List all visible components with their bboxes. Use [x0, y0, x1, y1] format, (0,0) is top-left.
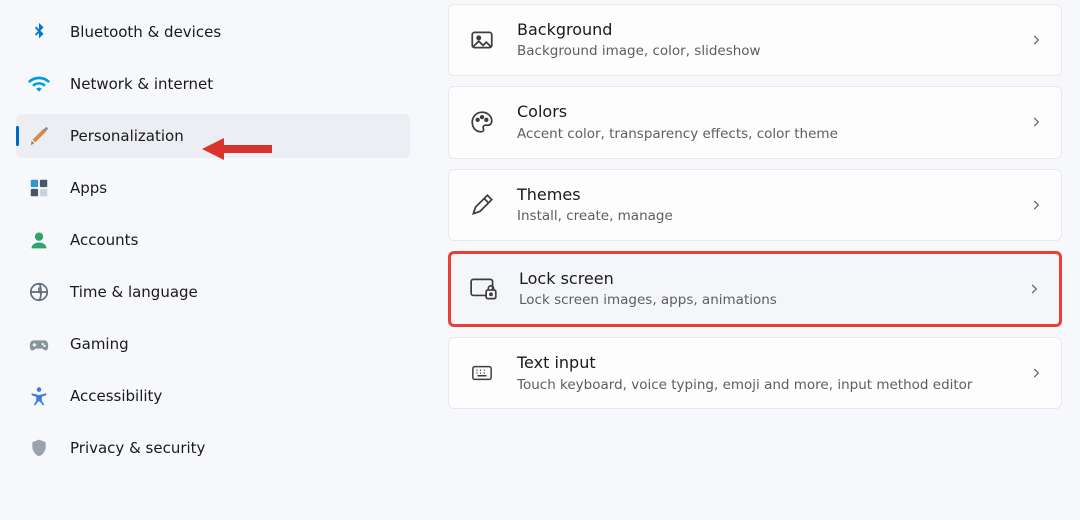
- card-title: Colors: [517, 101, 1029, 123]
- sidebar-item-label: Accounts: [70, 231, 138, 249]
- card-title: Themes: [517, 184, 1029, 206]
- card-subtitle: Accent color, transparency effects, colo…: [517, 125, 1029, 144]
- apps-icon: [28, 177, 50, 199]
- card-body: Themes Install, create, manage: [517, 184, 1029, 226]
- sidebar-item-network[interactable]: Network & internet: [16, 62, 410, 106]
- person-icon: [28, 229, 50, 251]
- card-body: Colors Accent color, transparency effect…: [517, 101, 1029, 143]
- chevron-right-icon: [1027, 282, 1041, 296]
- sidebar-item-label: Time & language: [70, 283, 198, 301]
- sidebar-item-label: Gaming: [70, 335, 129, 353]
- card-lock-screen[interactable]: Lock screen Lock screen images, apps, an…: [448, 251, 1062, 327]
- palette-icon: [467, 107, 497, 137]
- chevron-right-icon: [1029, 198, 1043, 212]
- sidebar-item-label: Privacy & security: [70, 439, 205, 457]
- card-body: Text input Touch keyboard, voice typing,…: [517, 352, 1029, 394]
- sidebar-item-accounts[interactable]: Accounts: [16, 218, 410, 262]
- chevron-right-icon: [1029, 366, 1043, 380]
- sidebar-item-bluetooth[interactable]: Bluetooth & devices: [16, 10, 410, 54]
- sidebar-item-label: Accessibility: [70, 387, 162, 405]
- bluetooth-icon: [28, 21, 50, 43]
- keyboard-icon: [467, 358, 497, 388]
- card-themes[interactable]: Themes Install, create, manage: [448, 169, 1062, 241]
- shield-icon: [28, 437, 50, 459]
- sidebar-item-label: Bluetooth & devices: [70, 23, 221, 41]
- sidebar-item-privacy[interactable]: Privacy & security: [16, 426, 410, 470]
- image-icon: [467, 25, 497, 55]
- clock-globe-icon: [28, 281, 50, 303]
- accessibility-icon: [28, 385, 50, 407]
- card-body: Lock screen Lock screen images, apps, an…: [519, 268, 1027, 310]
- sidebar-item-label: Personalization: [70, 127, 184, 145]
- card-subtitle: Lock screen images, apps, animations: [519, 291, 1027, 310]
- wifi-icon: [28, 73, 50, 95]
- sidebar-item-label: Apps: [70, 179, 107, 197]
- card-subtitle: Install, create, manage: [517, 207, 1029, 226]
- sidebar-item-personalization[interactable]: Personalization: [16, 114, 410, 158]
- chevron-right-icon: [1029, 115, 1043, 129]
- card-subtitle: Touch keyboard, voice typing, emoji and …: [517, 376, 1029, 395]
- chevron-right-icon: [1029, 33, 1043, 47]
- paintbrush-icon: [28, 125, 50, 147]
- sidebar-item-accessibility[interactable]: Accessibility: [16, 374, 410, 418]
- sidebar-item-label: Network & internet: [70, 75, 213, 93]
- sidebar-item-time-language[interactable]: Time & language: [16, 270, 410, 314]
- card-text-input[interactable]: Text input Touch keyboard, voice typing,…: [448, 337, 1062, 409]
- sidebar-item-apps[interactable]: Apps: [16, 166, 410, 210]
- gamepad-icon: [28, 333, 50, 355]
- card-title: Background: [517, 19, 1029, 41]
- main-panel: groovyPost.com Background Background ima…: [418, 0, 1080, 520]
- card-title: Text input: [517, 352, 1029, 374]
- lockscreen-icon: [469, 274, 499, 304]
- pen-icon: [467, 190, 497, 220]
- card-background[interactable]: Background Background image, color, slid…: [448, 4, 1062, 76]
- card-colors[interactable]: Colors Accent color, transparency effect…: [448, 86, 1062, 158]
- card-body: Background Background image, color, slid…: [517, 19, 1029, 61]
- card-subtitle: Background image, color, slideshow: [517, 42, 1029, 61]
- sidebar: Bluetooth & devices Network & internet P…: [0, 0, 418, 520]
- card-title: Lock screen: [519, 268, 1027, 290]
- sidebar-item-gaming[interactable]: Gaming: [16, 322, 410, 366]
